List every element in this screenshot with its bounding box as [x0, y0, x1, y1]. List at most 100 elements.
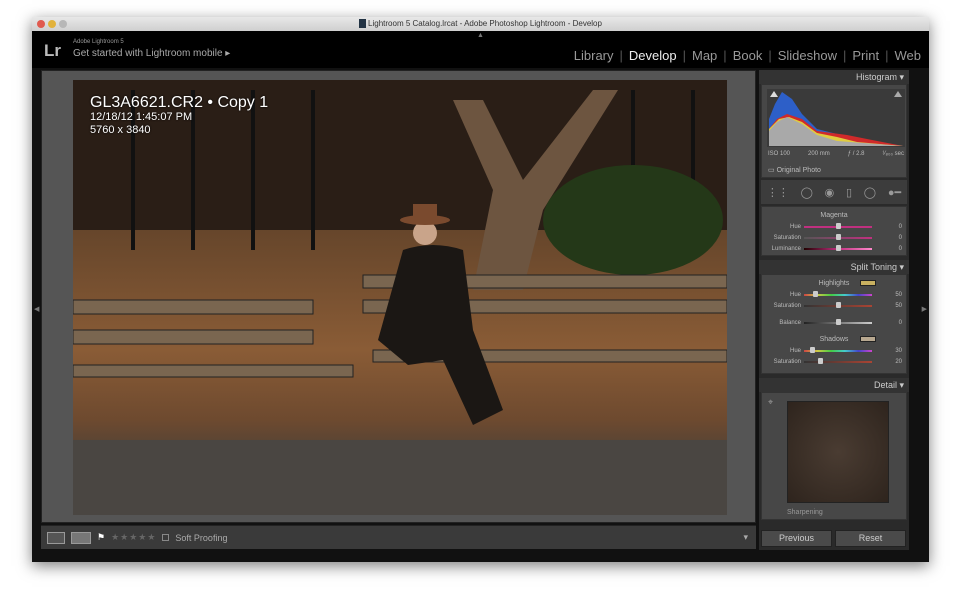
- right-panel: Histogram ▾ ISO 100 200 mm ƒ / 2.8 ¹⁄₈₀₀ se…: [759, 70, 909, 550]
- sharpening-label: Sharpening: [787, 509, 823, 516]
- saturation-slider[interactable]: [804, 233, 872, 240]
- close-button[interactable]: [37, 20, 45, 28]
- label: Hue: [789, 347, 801, 354]
- highlight-hue-row: Hue 50: [762, 289, 906, 300]
- document-icon: [359, 19, 367, 29]
- shadow-saturation-row: Saturation 20: [762, 356, 906, 367]
- radial-filter-icon[interactable]: ◯: [864, 186, 876, 199]
- hsl-heading: Magenta: [820, 212, 848, 219]
- value[interactable]: 20: [872, 359, 902, 365]
- value[interactable]: 0: [872, 224, 902, 230]
- original-photo-label: Original Photo: [776, 167, 821, 174]
- product-name: Adobe Lightroom 5: [73, 39, 124, 45]
- hue-slider[interactable]: [804, 222, 872, 229]
- highlight-saturation-row: Saturation 50: [762, 300, 906, 311]
- red-eye-icon[interactable]: ◉: [825, 186, 835, 199]
- module-print[interactable]: Print: [852, 48, 879, 63]
- module-web[interactable]: Web: [895, 48, 922, 63]
- shadow-hue-slider[interactable]: [804, 346, 872, 353]
- histogram-graph: [767, 89, 905, 147]
- highlight-swatch[interactable]: [860, 280, 876, 286]
- exif-info: ISO 100 200 mm ƒ / 2.8 ¹⁄₈₀₀ sec: [768, 151, 904, 157]
- photo-canvas[interactable]: GL3A6621.CR2 • Copy 1 12/18/12 1:45:07 P…: [41, 70, 756, 523]
- left-panel-toggle-icon[interactable]: ◀: [34, 305, 39, 313]
- crop-tool-icon[interactable]: ⋮⋮: [767, 186, 789, 199]
- shutter-speed: ¹⁄₈₀₀ sec: [882, 151, 904, 157]
- highlight-hue-slider[interactable]: [804, 290, 872, 297]
- loupe-view-button[interactable]: [47, 531, 65, 544]
- lr-logo: Lr: [44, 41, 61, 60]
- label: Saturation: [773, 302, 801, 309]
- detail-preview[interactable]: [787, 401, 889, 503]
- shadows-heading: Shadows: [762, 334, 906, 345]
- adjustment-brush-icon[interactable]: ●━: [888, 186, 901, 199]
- module-picker: Library | Develop | Map | Book | Slideshow | …: [573, 48, 922, 63]
- highlight-saturation-slider[interactable]: [804, 301, 872, 308]
- label: Hue: [789, 291, 801, 298]
- histogram-header[interactable]: Histogram ▾: [759, 70, 909, 84]
- reset-button[interactable]: Reset: [835, 530, 906, 547]
- flag-icon[interactable]: ⚑: [97, 532, 105, 543]
- rating-stars[interactable]: ★★★★★: [111, 532, 156, 543]
- minimize-button[interactable]: [48, 20, 56, 28]
- photo-image: GL3A6621.CR2 • Copy 1 12/18/12 1:45:07 P…: [73, 80, 727, 515]
- tool-strip: ⋮⋮ ◯ ◉ ▯ ◯ ●━: [761, 180, 907, 204]
- toolbar-menu-icon[interactable]: ▾: [743, 532, 748, 543]
- hsl-luminance-row: Luminance 0: [762, 243, 906, 254]
- split-toning-panel: Highlights Hue 50 Saturation 50 Balance 0 S…: [761, 274, 907, 374]
- value[interactable]: 50: [872, 303, 902, 309]
- label: Balance: [779, 319, 801, 326]
- photo-filename: GL3A6621.CR2 • Copy 1: [90, 94, 269, 111]
- balance-row: Balance 0: [762, 317, 906, 328]
- label: Luminance: [771, 245, 801, 252]
- value[interactable]: 0: [872, 246, 902, 252]
- zoom-button[interactable]: [59, 20, 67, 28]
- right-panel-toggle-icon[interactable]: ▶: [922, 305, 927, 313]
- split-toning-header[interactable]: Split Toning ▾: [759, 260, 909, 274]
- module-map[interactable]: Map: [692, 48, 717, 63]
- histogram-panel: ISO 100 200 mm ƒ / 2.8 ¹⁄₈₀₀ sec ▭ Original…: [761, 84, 907, 178]
- detail-header[interactable]: Detail ▾: [759, 378, 909, 392]
- top-panel-toggle-icon[interactable]: ▲: [477, 32, 484, 39]
- highlights-label: Highlights: [818, 280, 850, 287]
- detail-panel: ⌖ Sharpening: [761, 392, 907, 520]
- bottom-toolbar: ⚑ ★★★★★ Soft Proofing ▾: [41, 525, 756, 549]
- balance-slider[interactable]: [804, 318, 872, 325]
- detail-title: Detail: [873, 380, 897, 390]
- mobile-prompt[interactable]: Get started with Lightroom mobile ▸: [73, 48, 230, 59]
- module-develop[interactable]: Develop: [629, 48, 677, 63]
- luminance-slider[interactable]: [804, 244, 872, 251]
- hsl-saturation-row: Saturation 0: [762, 232, 906, 243]
- value[interactable]: 30: [872, 348, 902, 354]
- label: Saturation: [773, 234, 801, 241]
- module-library[interactable]: Library: [574, 48, 614, 63]
- photo-scene: [73, 80, 727, 515]
- hsl-hue-row: Hue 0: [762, 221, 906, 232]
- target-icon[interactable]: ⌖: [768, 397, 773, 408]
- spot-removal-icon[interactable]: ◯: [801, 186, 813, 199]
- panel-buttons: Previous Reset: [759, 530, 908, 547]
- shadow-hue-row: Hue 30: [762, 345, 906, 356]
- label: Saturation: [773, 358, 801, 365]
- value[interactable]: 0: [872, 235, 902, 241]
- focal-length: 200 mm: [808, 151, 830, 157]
- shadow-swatch[interactable]: [860, 336, 876, 342]
- shadows-label: Shadows: [819, 336, 849, 343]
- soft-proofing-label[interactable]: Soft Proofing: [175, 533, 227, 543]
- module-book[interactable]: Book: [733, 48, 763, 63]
- soft-proofing-checkbox[interactable]: [162, 534, 170, 541]
- original-photo[interactable]: ▭ Original Photo: [768, 166, 821, 174]
- photo-info-overlay: GL3A6621.CR2 • Copy 1 12/18/12 1:45:07 P…: [90, 95, 268, 137]
- previous-button[interactable]: Previous: [761, 530, 832, 547]
- module-slideshow[interactable]: Slideshow: [778, 48, 837, 63]
- title-bar: Lightroom 5 Catalog.lrcat - Adobe Photos…: [32, 17, 929, 31]
- photo-datetime: 12/18/12 1:45:07 PM: [90, 111, 193, 123]
- split-toning-title: Split Toning: [850, 262, 897, 272]
- shadow-saturation-slider[interactable]: [804, 357, 872, 364]
- before-after-button[interactable]: [71, 531, 91, 544]
- highlights-heading: Highlights: [762, 278, 906, 289]
- graduated-filter-icon[interactable]: ▯: [846, 186, 852, 199]
- app-window: Lightroom 5 Catalog.lrcat - Adobe Photos…: [32, 17, 929, 562]
- value[interactable]: 50: [872, 292, 902, 298]
- value[interactable]: 0: [872, 320, 902, 326]
